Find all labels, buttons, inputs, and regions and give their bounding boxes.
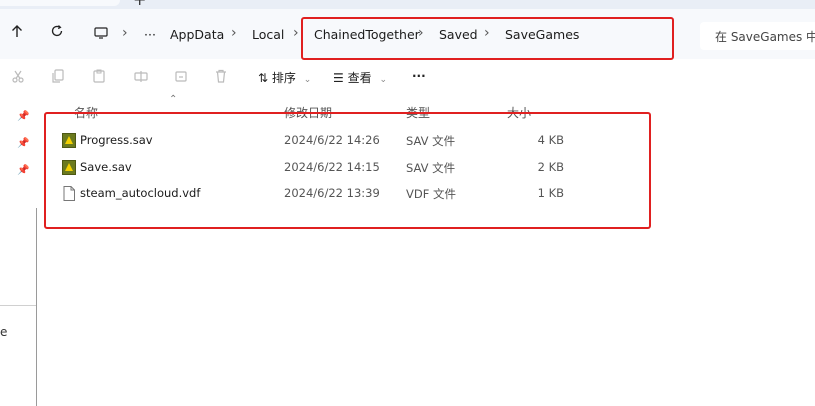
breadcrumb-more[interactable]: ··· <box>144 27 156 42</box>
file-name: steam_autocloud.vdf <box>80 186 201 200</box>
chevron-right-icon: › <box>231 25 237 41</box>
address-bar[interactable]: › ··· AppData › Local › ChainedTogether … <box>82 14 690 50</box>
column-header-type[interactable]: 类型 <box>406 104 430 121</box>
file-size: 4 KB <box>537 133 564 147</box>
paste-icon[interactable] <box>92 69 106 85</box>
view-button[interactable]: ☰ 查看 ⌄ <box>333 69 387 86</box>
up-arrow-icon[interactable] <box>10 24 24 42</box>
chevron-right-icon: › <box>484 25 490 41</box>
search-box[interactable]: 在 SaveGames 中搜 <box>700 22 815 50</box>
more-options-button[interactable]: ··· <box>412 69 426 83</box>
column-header-date[interactable]: 修改日期 <box>284 104 332 121</box>
breadcrumb-chainedtogether[interactable]: ChainedTogether <box>314 27 420 42</box>
chevron-down-icon: ⌄ <box>379 75 387 85</box>
refresh-icon[interactable] <box>50 24 64 42</box>
file-type: SAV 文件 <box>406 134 456 148</box>
chevron-down-icon: ⌄ <box>303 75 312 85</box>
game-save-icon <box>62 133 76 148</box>
command-bar: ⇅ 排序 ⌄ ☰ 查看 ⌄ ··· <box>0 59 815 99</box>
tab-strip: + <box>0 0 815 9</box>
file-type: VDF 文件 <box>406 187 456 201</box>
search-input[interactable]: 在 SaveGames 中搜 <box>715 28 815 45</box>
column-header-size[interactable]: 大小 <box>507 104 531 121</box>
view-label: 查看 <box>347 71 372 85</box>
share-icon[interactable] <box>174 69 188 85</box>
file-date: 2024/6/22 13:39 <box>284 186 380 200</box>
pane-scrollbar[interactable] <box>36 208 37 406</box>
pane-divider <box>0 305 36 306</box>
computer-icon[interactable] <box>94 27 108 42</box>
breadcrumb-saved[interactable]: Saved <box>439 27 478 42</box>
rename-icon[interactable] <box>134 69 148 85</box>
file-row[interactable]: Save.sav 2024/6/22 14:15 SAV 文件 2 KB <box>52 155 642 180</box>
file-date: 2024/6/22 14:26 <box>284 133 380 147</box>
sort-label: 排序 <box>271 71 296 85</box>
file-row[interactable]: steam_autocloud.vdf 2024/6/22 13:39 VDF … <box>52 181 642 206</box>
file-size: 1 KB <box>537 186 564 200</box>
nav-item-label[interactable]: e <box>0 325 7 339</box>
file-name: Progress.sav <box>80 133 153 147</box>
chevron-right-icon[interactable]: › <box>122 25 128 41</box>
sort-button[interactable]: ⇅ 排序 ⌄ <box>258 69 311 86</box>
breadcrumb-savegames[interactable]: SaveGames <box>505 27 579 42</box>
chevron-right-icon: › <box>293 25 299 41</box>
column-header-name[interactable]: 名称 <box>74 104 98 121</box>
delete-icon[interactable] <box>214 69 228 85</box>
file-date: 2024/6/22 14:15 <box>284 160 380 174</box>
address-row: › ··· AppData › Local › ChainedTogether … <box>0 9 815 59</box>
pin-icon[interactable]: 📌 <box>17 138 29 149</box>
sort-icon: ⇅ <box>258 71 269 85</box>
chevron-right-icon: › <box>418 25 424 41</box>
breadcrumb-appdata[interactable]: AppData <box>170 27 224 42</box>
file-type: SAV 文件 <box>406 161 456 175</box>
new-tab-button[interactable]: + <box>133 0 146 9</box>
file-row[interactable]: Progress.sav 2024/6/22 14:26 SAV 文件 4 KB <box>52 128 642 153</box>
copy-icon[interactable] <box>51 69 65 85</box>
breadcrumb-local[interactable]: Local <box>252 27 284 42</box>
active-tab[interactable] <box>0 0 120 6</box>
cut-icon[interactable] <box>11 69 25 85</box>
file-name: Save.sav <box>80 160 132 174</box>
navigation-pane: 📌 📌 📌 <box>0 99 38 406</box>
file-size: 2 KB <box>537 160 564 174</box>
pin-icon[interactable]: 📌 <box>17 111 29 122</box>
sort-ascending-icon: ⌃ <box>169 94 178 105</box>
pin-icon[interactable]: 📌 <box>17 165 29 176</box>
view-icon: ☰ <box>333 71 344 85</box>
document-icon <box>62 186 76 201</box>
game-save-icon <box>62 160 76 175</box>
